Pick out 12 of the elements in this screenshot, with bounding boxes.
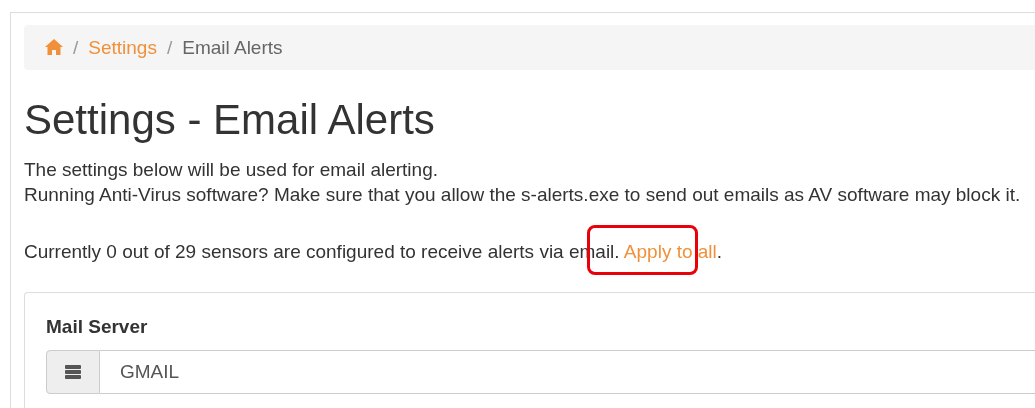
server-icon [65, 365, 81, 379]
breadcrumb-current: Email Alerts [182, 36, 283, 59]
breadcrumb-separator: / [73, 36, 79, 59]
apply-to-all-link[interactable]: Apply to all [623, 241, 717, 262]
home-icon[interactable] [45, 38, 63, 55]
breadcrumb-separator: / [166, 36, 173, 59]
breadcrumb-link[interactable]: Settings [88, 36, 157, 59]
field-label: Mail Server [46, 316, 149, 338]
description-text: The settings below will be used for email alerting. [24, 158, 439, 182]
mail-server-field[interactable]: GMAIL [100, 350, 1035, 394]
page-title: Settings - Email Alerts [24, 98, 436, 142]
description-text: Running Anti-Virus software? Make sure that you allow the s-alerts.exe to send out emails as AV software may block it. [24, 183, 1022, 207]
